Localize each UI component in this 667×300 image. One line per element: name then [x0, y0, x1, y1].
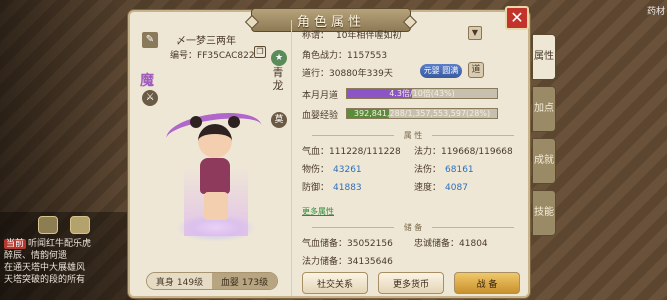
tab-achievements[interactable]: 成就	[532, 138, 556, 184]
baby-level-label: 血婴	[220, 277, 239, 288]
title-badge-icon[interactable]: 莫	[271, 112, 287, 128]
character-portrait	[163, 106, 265, 246]
hp-stat: 气血：111228/111228	[302, 144, 401, 157]
baby-level: 血婴 173级	[212, 273, 277, 289]
top-right-label: 药材	[646, 7, 665, 17]
chat-text: 听闻红牛配乐虎	[28, 239, 92, 249]
character-panel: 角色属性 ✎ 〆一梦三两年 编号：FF35CAC822 ❐ 魔 ⚔ ★ 青龙 莫…	[128, 8, 530, 298]
hair-bun	[190, 116, 202, 128]
power-value: 1157553	[347, 51, 388, 61]
chat-channel-button[interactable]	[38, 216, 58, 234]
stat-value: 41883	[333, 183, 362, 193]
mag-stat: 法伤： 68161	[414, 162, 474, 175]
def-stat: 防御： 41883	[302, 180, 362, 193]
baby-level-value: 173级	[241, 277, 269, 288]
more-attributes-link[interactable]: 更多属性	[302, 206, 334, 217]
storage-section-header: 储 备	[302, 222, 524, 233]
dao-value: 30880年339天	[329, 69, 393, 79]
mp-stat: 法力：119668/119668	[414, 144, 513, 157]
title-value[interactable]: 10年相伴喔如初	[336, 31, 401, 41]
exp-progress-bar: 392,841,288/1,357,553,597(28%)	[346, 108, 498, 119]
hp-storage: 气血储备：35052156	[302, 236, 393, 249]
power-label: 角色战力：	[302, 51, 348, 61]
chat-panel[interactable]: 当前 听闻红牛配乐虎 醉辰、情韵何遗 在通天塔中大展雄风 天塔突破的段的所有	[0, 212, 135, 300]
title-dropdown-icon[interactable]: ▼	[468, 26, 482, 40]
chat-line: 天塔突破的段的所有	[4, 275, 86, 285]
race-glyph: 魔	[140, 73, 154, 89]
chat-line: 醉辰、情韵何遗	[4, 251, 68, 261]
character-name: 〆一梦三两年	[176, 36, 236, 47]
currency-button[interactable]: 更多货币	[378, 272, 444, 294]
stat-label: 气血储备：	[302, 239, 348, 249]
attr-section-header: 属 性	[302, 130, 524, 141]
vertical-title: 青龙	[272, 66, 284, 92]
chat-emote-button[interactable]	[70, 216, 90, 234]
stat-value: 111228/111228	[329, 147, 401, 157]
stat-label: 速度：	[414, 183, 442, 193]
realm-button[interactable]: 元婴 圆满	[420, 64, 462, 78]
tab-attributes[interactable]: 属性	[532, 34, 556, 80]
weapon-icon[interactable]: ⚔	[142, 90, 158, 106]
id-label: 编号：	[170, 51, 198, 61]
title-label: 称谓：	[302, 31, 330, 41]
phy-stat: 物伤： 43261	[302, 162, 362, 175]
character-id: 编号：FF35CAC822	[170, 48, 255, 61]
title-row: 称谓： 10年相伴喔如初	[302, 28, 401, 41]
month-label: 本月月道	[302, 91, 339, 101]
close-icon[interactable]: ✕	[505, 6, 529, 30]
real-level-value: 149级	[176, 277, 204, 288]
battle-prep-button[interactable]: 战 备	[454, 272, 520, 294]
copy-icon[interactable]: ❐	[254, 46, 266, 58]
stat-value: 68161	[445, 165, 474, 175]
real-level-label: 真身	[155, 277, 174, 288]
loyalty-storage: 忠诚储备：41804	[414, 236, 488, 249]
head	[198, 124, 232, 158]
dao-badge-icon[interactable]: 道	[468, 62, 484, 78]
dao-label: 道行：	[302, 69, 330, 79]
stat-value: 43261	[333, 165, 362, 175]
edit-icon[interactable]: ✎	[142, 32, 158, 48]
mp-storage: 法力储备：34135646	[302, 254, 393, 267]
stat-label: 物伤：	[302, 165, 330, 175]
stat-label: 气血：	[302, 147, 330, 157]
stat-label: 忠诚储备：	[414, 239, 460, 249]
stat-value: 4087	[445, 183, 468, 193]
real-level: 真身 149级	[147, 273, 212, 289]
stat-value: 119668/119668	[441, 147, 513, 157]
chat-tag: 当前	[4, 239, 27, 249]
stat-label: 法伤：	[414, 165, 442, 175]
month-text: 4.3倍/10倍(43%)	[389, 89, 455, 98]
body	[200, 158, 230, 194]
portrait-area: ✎ 〆一梦三两年 编号：FF35CAC822 ❐ 魔 ⚔ ★ 青龙 莫 真身 14…	[132, 20, 292, 296]
info-area: 称谓： 10年相伴喔如初 ▼ 角色战力：1157553 道行：30880年339天…	[302, 26, 524, 296]
social-button[interactable]: 社交关系	[302, 272, 368, 294]
stat-label: 法力：	[414, 147, 442, 157]
star-badge-icon[interactable]: ★	[271, 50, 287, 66]
level-bar: 真身 149级 血婴 173级	[146, 272, 278, 290]
month-progress-bar: 4.3倍/10倍(43%)	[346, 88, 498, 99]
stat-label: 防御：	[302, 183, 330, 193]
hair-bun	[228, 116, 240, 128]
exp-label: 血婴经验	[302, 111, 339, 121]
tab-points[interactable]: 加点	[532, 86, 556, 132]
legs	[204, 192, 228, 220]
id-value: FF35CAC822	[197, 51, 255, 61]
tab-skills[interactable]: 技能	[532, 190, 556, 236]
chat-line: 当前 听闻红牛配乐虎	[4, 238, 131, 250]
dao-row: 道行：30880年339天	[302, 66, 393, 79]
stat-label: 法力储备：	[302, 257, 348, 267]
power-row: 角色战力：1157553	[302, 48, 387, 61]
chat-line: 在通天塔中大展雄风	[4, 263, 86, 273]
stat-value: 41804	[459, 239, 488, 249]
spd-stat: 速度： 4087	[414, 180, 468, 193]
stat-value: 34135646	[347, 257, 393, 267]
exp-text: 392,841,288/1,357,553,597(28%)	[353, 109, 491, 118]
stat-value: 35052156	[347, 239, 393, 249]
